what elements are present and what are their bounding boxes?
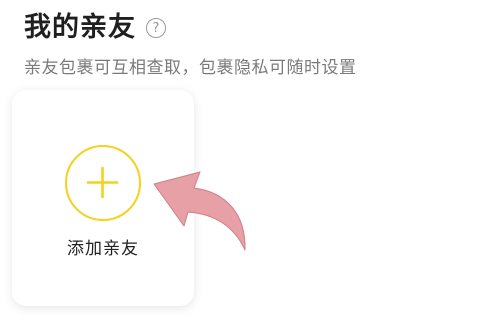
help-icon[interactable]: ? xyxy=(146,18,166,38)
page-header: 我的亲友 ? 亲友包裹可互相查取，包裹隐私可随时设置 xyxy=(24,8,357,80)
add-friend-button[interactable] xyxy=(65,145,141,221)
page-title: 我的亲友 xyxy=(24,12,136,43)
plus-icon xyxy=(86,166,119,199)
page-subtitle: 亲友包裹可互相查取，包裹隐私可随时设置 xyxy=(24,58,357,78)
title-row: 我的亲友 ? xyxy=(24,8,357,48)
curved-arrow-icon xyxy=(153,171,246,251)
